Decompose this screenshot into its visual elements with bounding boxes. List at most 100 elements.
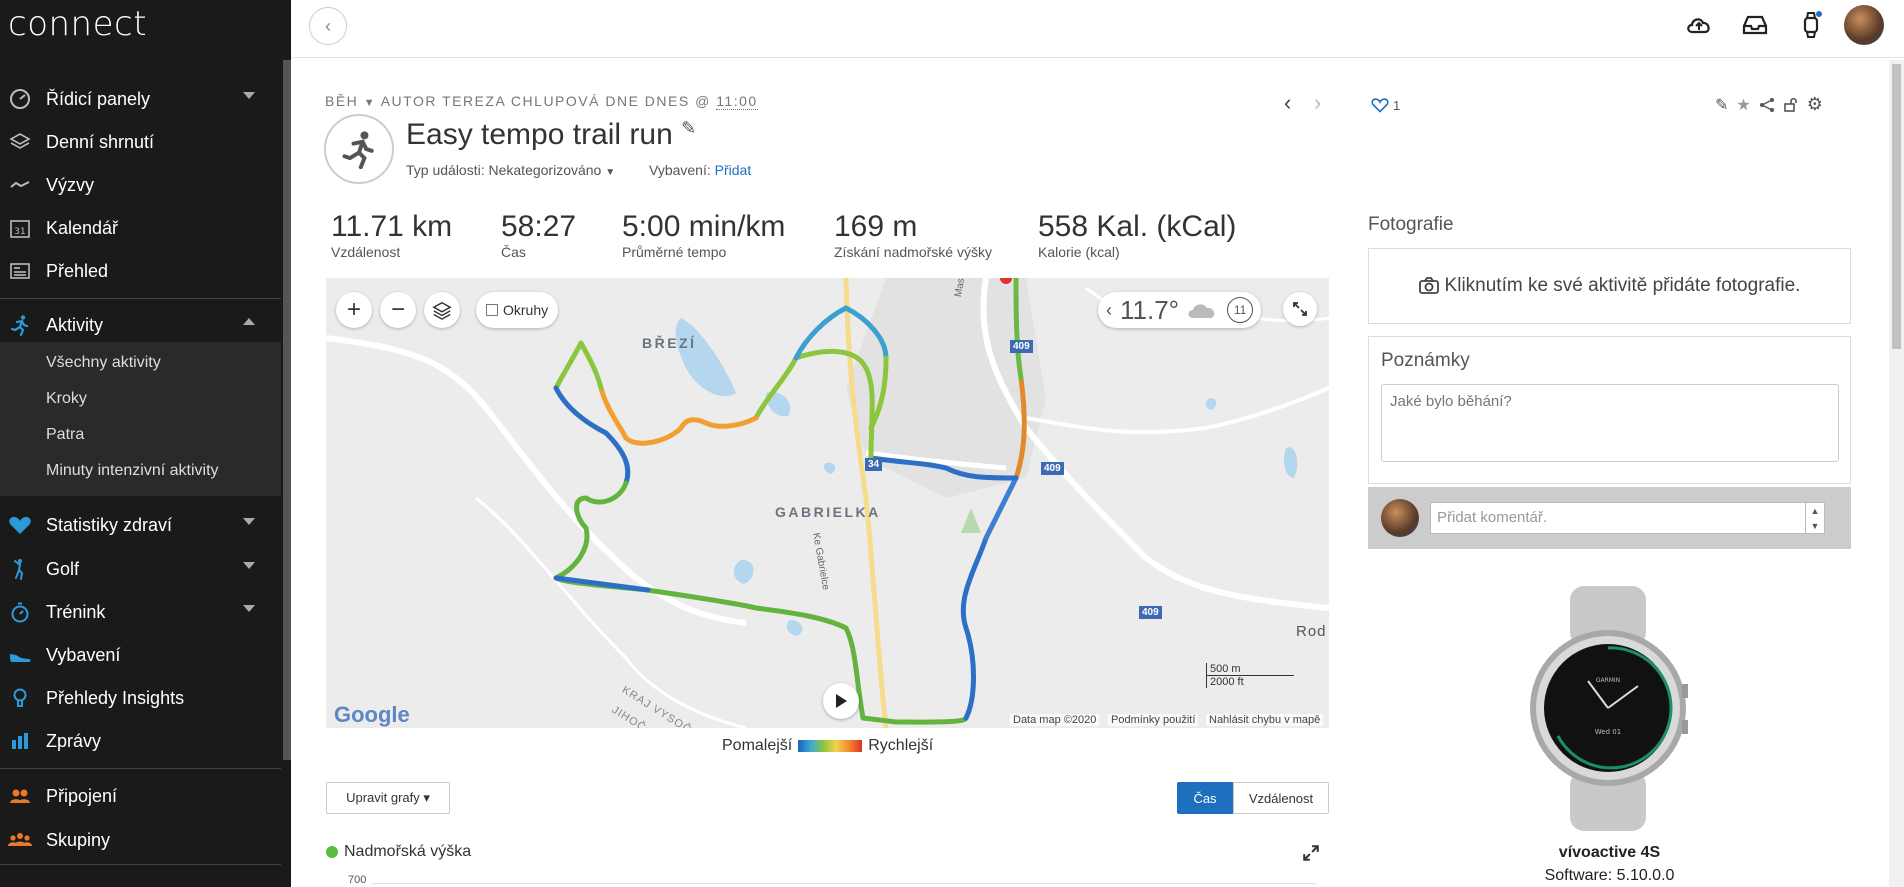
share-icon[interactable] [1759, 97, 1775, 113]
play-route-button[interactable] [823, 683, 859, 719]
arrow-down-icon[interactable]: ▼ [1811, 521, 1820, 531]
heart-icon [8, 513, 32, 537]
submenu-floors[interactable]: Patra [46, 426, 84, 444]
submenu-all-activities[interactable]: Všechny aktivity [46, 354, 161, 372]
layers-icon [8, 130, 32, 154]
chevron-down-icon [243, 518, 255, 525]
divider [0, 864, 281, 865]
bar-chart-icon [8, 729, 32, 753]
like-control[interactable]: 1 [1371, 97, 1400, 113]
edit-graphs-button[interactable]: Upravit grafy ▾ [326, 782, 450, 814]
notes-textarea[interactable] [1381, 384, 1839, 462]
back-button[interactable]: ‹ [309, 7, 347, 45]
submenu-steps[interactable]: Kroky [46, 390, 87, 408]
stat-calories: 558 Kal. (kCal) Kalorie (kcal) [1038, 210, 1236, 260]
stat-time: 58:27 Čas [501, 210, 576, 260]
laps-label: Okruhy [503, 302, 549, 318]
add-photos-area[interactable]: Kliknutím ke své aktivitě přidáte fotogr… [1368, 248, 1851, 324]
edit-icon[interactable]: ✎ [1715, 95, 1728, 115]
sidebar-item-groups[interactable]: Skupiny [0, 820, 281, 860]
expand-chart-icon[interactable] [1302, 844, 1320, 867]
route-map[interactable]: + − Okruhy ‹ 11.7° 11 BŘEZÍ GABRIELKA Ma… [326, 278, 1329, 728]
map-label-brezi: BŘEZÍ [642, 335, 697, 351]
submenu-intensity-minutes[interactable]: Minuty intenzivní aktivity [46, 462, 219, 480]
toggle-time-button[interactable]: Čas [1177, 782, 1233, 814]
chevron-down-icon [243, 605, 255, 612]
sidebar-item-label: Řídicí panely [46, 88, 151, 109]
inbox-icon[interactable] [1740, 10, 1770, 40]
sidebar-item-newsfeed[interactable]: Přehled [0, 251, 281, 291]
group-icon [8, 828, 32, 852]
sidebar-item-training[interactable]: Trénink [0, 592, 281, 632]
comment-input[interactable]: Přidat komentář. [1430, 502, 1810, 534]
event-type-value[interactable]: Nekategorizováno [489, 162, 602, 178]
device-name[interactable]: vívoactive 4S [1368, 844, 1851, 862]
trend-icon [8, 173, 32, 197]
caret-down-icon[interactable]: ▼ [364, 97, 376, 109]
expand-icon [1293, 302, 1307, 316]
map-terms-link[interactable]: Podmínky použití [1108, 714, 1199, 726]
prev-activity-icon[interactable]: ‹ [1284, 90, 1291, 116]
heart-outline-icon[interactable] [1371, 97, 1389, 113]
user-avatar[interactable] [1844, 5, 1884, 45]
comment-avatar [1381, 499, 1419, 537]
sidebar-item-calendar[interactable]: 31 Kalendář [0, 208, 281, 248]
sidebar-item-daily-summary[interactable]: Denní shrnutí [0, 122, 281, 162]
map-report-link[interactable]: Nahlásit chybu v mapě [1206, 714, 1324, 726]
pencil-icon[interactable]: ✎ [681, 118, 696, 138]
stat-value: 5:00 min/km [622, 210, 786, 243]
unlock-icon[interactable] [1783, 97, 1799, 113]
caret-down-icon: ▼ [605, 167, 616, 178]
sidebar: connect Řídicí panely Denní shrnutí Výzv… [0, 0, 291, 887]
page-scrollbar[interactable] [1889, 60, 1904, 887]
sidebar-item-challenges[interactable]: Výzvy [0, 165, 281, 205]
divider [0, 298, 281, 299]
sidebar-item-connections[interactable]: Připojení [0, 776, 281, 816]
sidebar-item-insights[interactable]: Přehledy Insights [0, 678, 281, 718]
sidebar-item-label: Aktivity [46, 314, 104, 335]
map-layers-button[interactable] [424, 292, 460, 328]
sidebar-item-activities[interactable]: Aktivity [0, 305, 281, 345]
zoom-in-button[interactable]: + [336, 292, 372, 328]
activity-time[interactable]: 11:00 [716, 93, 758, 110]
laps-toggle[interactable]: Okruhy [476, 292, 559, 328]
gear-icon[interactable]: ⚙ [1807, 94, 1823, 115]
map-label-gabrielka: GABRIELKA [775, 504, 881, 520]
event-type[interactable]: Typ události: Nekategorizováno ▼ [406, 162, 615, 178]
connect-logo[interactable]: connect [8, 4, 147, 44]
watch-brand-text: GARMIN [1596, 677, 1620, 684]
sidebar-item-label: Trénink [46, 601, 106, 622]
watch-icon[interactable] [1796, 10, 1826, 40]
device-image[interactable]: GARMIN Wed 01 [1528, 586, 1688, 836]
plus-icon: + [346, 296, 361, 323]
stat-label: Průměrné tempo [622, 244, 727, 260]
wind-indicator: 11 [1227, 297, 1254, 323]
map-data-credit: Data map ©2020 [1010, 714, 1100, 726]
toggle-distance-button[interactable]: Vzdálenost [1233, 782, 1329, 814]
upload-icon[interactable] [1684, 10, 1714, 40]
scrollbar-thumb[interactable] [1892, 64, 1901, 349]
zoom-out-button[interactable]: − [380, 292, 416, 328]
layers-icon [432, 301, 452, 320]
next-activity-icon[interactable]: › [1314, 90, 1321, 116]
arrow-up-icon[interactable]: ▲ [1811, 506, 1820, 516]
comment-spinner[interactable]: ▲ ▼ [1805, 502, 1825, 534]
sidebar-item-health-stats[interactable]: Statistiky zdraví [0, 505, 281, 545]
sidebar-item-dashboards[interactable]: Řídicí panely [0, 79, 281, 119]
sidebar-item-gear[interactable]: Vybavení [0, 635, 281, 675]
chevron-down-icon [243, 92, 255, 99]
activity-title[interactable]: Easy tempo trail run ✎ [406, 118, 696, 152]
activity-type-dropdown[interactable]: BĚH [325, 93, 358, 109]
fullscreen-button[interactable] [1283, 292, 1317, 326]
weather-widget[interactable]: ‹ 11.7° 11 [1098, 292, 1262, 328]
photos-title: Fotografie [1368, 214, 1454, 235]
star-icon[interactable]: ★ [1736, 95, 1750, 115]
elevation-title-text: Nadmořská výška [344, 843, 472, 860]
chevron-left-icon[interactable]: ‹ [1106, 300, 1112, 321]
sidebar-item-golf[interactable]: Golf [0, 549, 281, 589]
add-gear-link[interactable]: Přidat [715, 162, 752, 178]
laps-checkbox[interactable] [486, 304, 498, 316]
sidebar-item-reports[interactable]: Zprávy [0, 721, 281, 761]
people-icon [8, 784, 32, 808]
sidebar-scrollbar[interactable] [283, 60, 291, 760]
